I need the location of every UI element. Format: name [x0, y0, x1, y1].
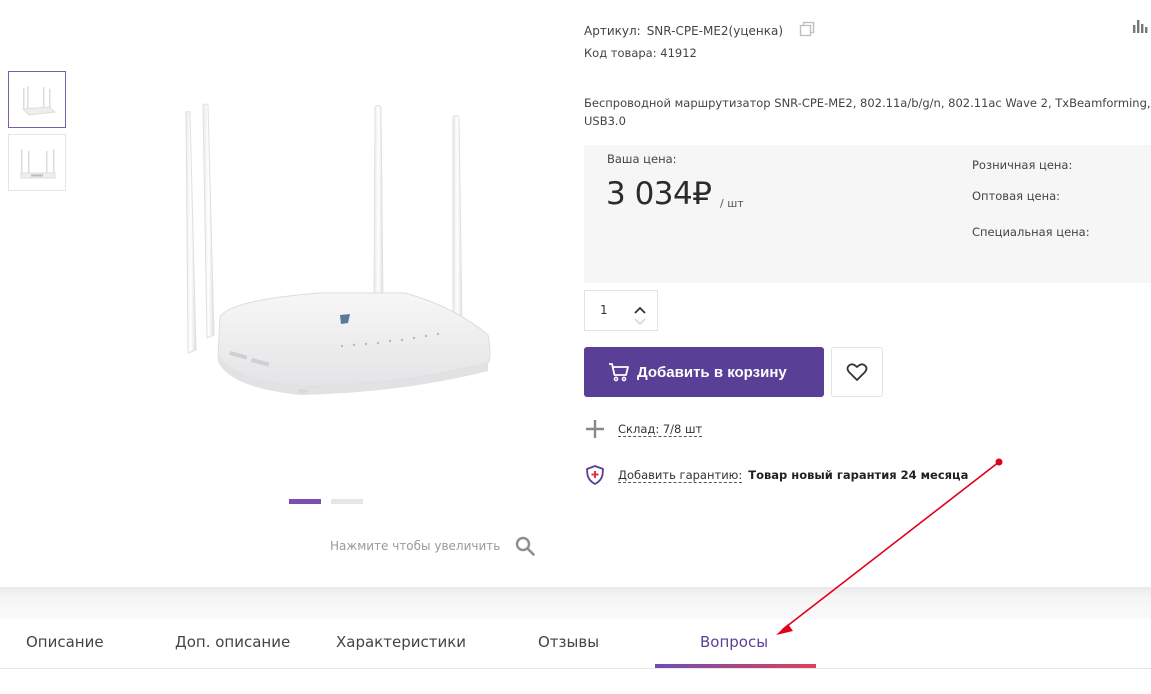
- quantity-stepper[interactable]: 1: [584, 290, 658, 331]
- compare-icon[interactable]: [1132, 18, 1148, 38]
- tab-reviews[interactable]: Отзывы: [538, 633, 599, 651]
- stock-row: Склад: 7/8 шт: [584, 418, 703, 440]
- add-to-cart-button[interactable]: Добавить в корзину: [584, 347, 824, 397]
- router-image: [185, 103, 491, 395]
- sku-value: SNR-CPE-ME2(уценка): [646, 23, 784, 38]
- section-divider: [0, 587, 1151, 619]
- router-thumbnail-image: [21, 86, 57, 116]
- price-box: Ваша цена: 3 034₽ / шт Розничная цена: О…: [584, 145, 1151, 283]
- thumbnail-2[interactable]: [8, 134, 66, 191]
- warranty-text: Товар новый гарантия 24 месяца: [748, 468, 969, 482]
- thumbnail-1[interactable]: [8, 71, 66, 128]
- special-price-label: Специальная цена:: [972, 225, 1090, 239]
- tab-characteristics[interactable]: Характеристики: [336, 633, 466, 651]
- copy-icon[interactable]: [799, 21, 815, 40]
- wholesale-price-label: Оптовая цена:: [972, 189, 1061, 203]
- product-tabs: Описание Доп. описание Характеристики От…: [0, 619, 1151, 669]
- sku-row: Артикул: SNR-CPE-ME2(уценка): [584, 21, 815, 40]
- retail-price-label: Розничная цена:: [972, 158, 1073, 172]
- gallery-dot-2[interactable]: [331, 499, 363, 504]
- plus-icon[interactable]: [584, 418, 606, 440]
- add-to-favorites-button[interactable]: [831, 347, 883, 397]
- thumbnail-list: [8, 71, 66, 197]
- your-price-label: Ваша цена:: [607, 152, 677, 166]
- search-icon: [516, 536, 536, 556]
- heart-icon: [846, 363, 868, 381]
- product-description: Беспроводной маршрутизатор SNR-CPE-ME2, …: [584, 96, 1151, 128]
- cart-icon: [609, 363, 629, 382]
- gallery-pagination: [289, 499, 363, 504]
- shield-icon: [586, 465, 604, 485]
- stock-link[interactable]: Склад: 7/8 шт: [618, 422, 703, 437]
- product-code: Код товара: 41912: [584, 46, 697, 60]
- code-value: 41912: [660, 46, 697, 60]
- warranty-row: Добавить гарантию: Товар новый гарантия …: [584, 464, 968, 486]
- add-to-cart-label: Добавить в корзину: [637, 363, 787, 381]
- chevron-down-icon[interactable]: [633, 312, 647, 331]
- tab-questions[interactable]: Вопросы: [700, 633, 768, 651]
- zoom-hint[interactable]: Нажмите чтобы увеличить: [330, 535, 536, 557]
- active-tab-underline: [655, 664, 816, 668]
- sku-label: Артикул:: [584, 23, 641, 38]
- quantity-value[interactable]: 1: [600, 303, 608, 317]
- router-back-thumbnail-image: [20, 149, 56, 179]
- price-value: 3 034₽: [606, 176, 712, 212]
- product-main-image[interactable]: [170, 95, 500, 405]
- price-unit: / шт: [720, 197, 744, 210]
- gallery-dot-1[interactable]: [289, 499, 321, 504]
- code-label: Код товара:: [584, 46, 657, 60]
- add-warranty-link[interactable]: Добавить гарантию:: [618, 468, 743, 483]
- zoom-hint-text: Нажмите чтобы увеличить: [330, 539, 501, 553]
- tab-description[interactable]: Описание: [26, 633, 104, 651]
- tab-extra-description[interactable]: Доп. описание: [175, 633, 290, 651]
